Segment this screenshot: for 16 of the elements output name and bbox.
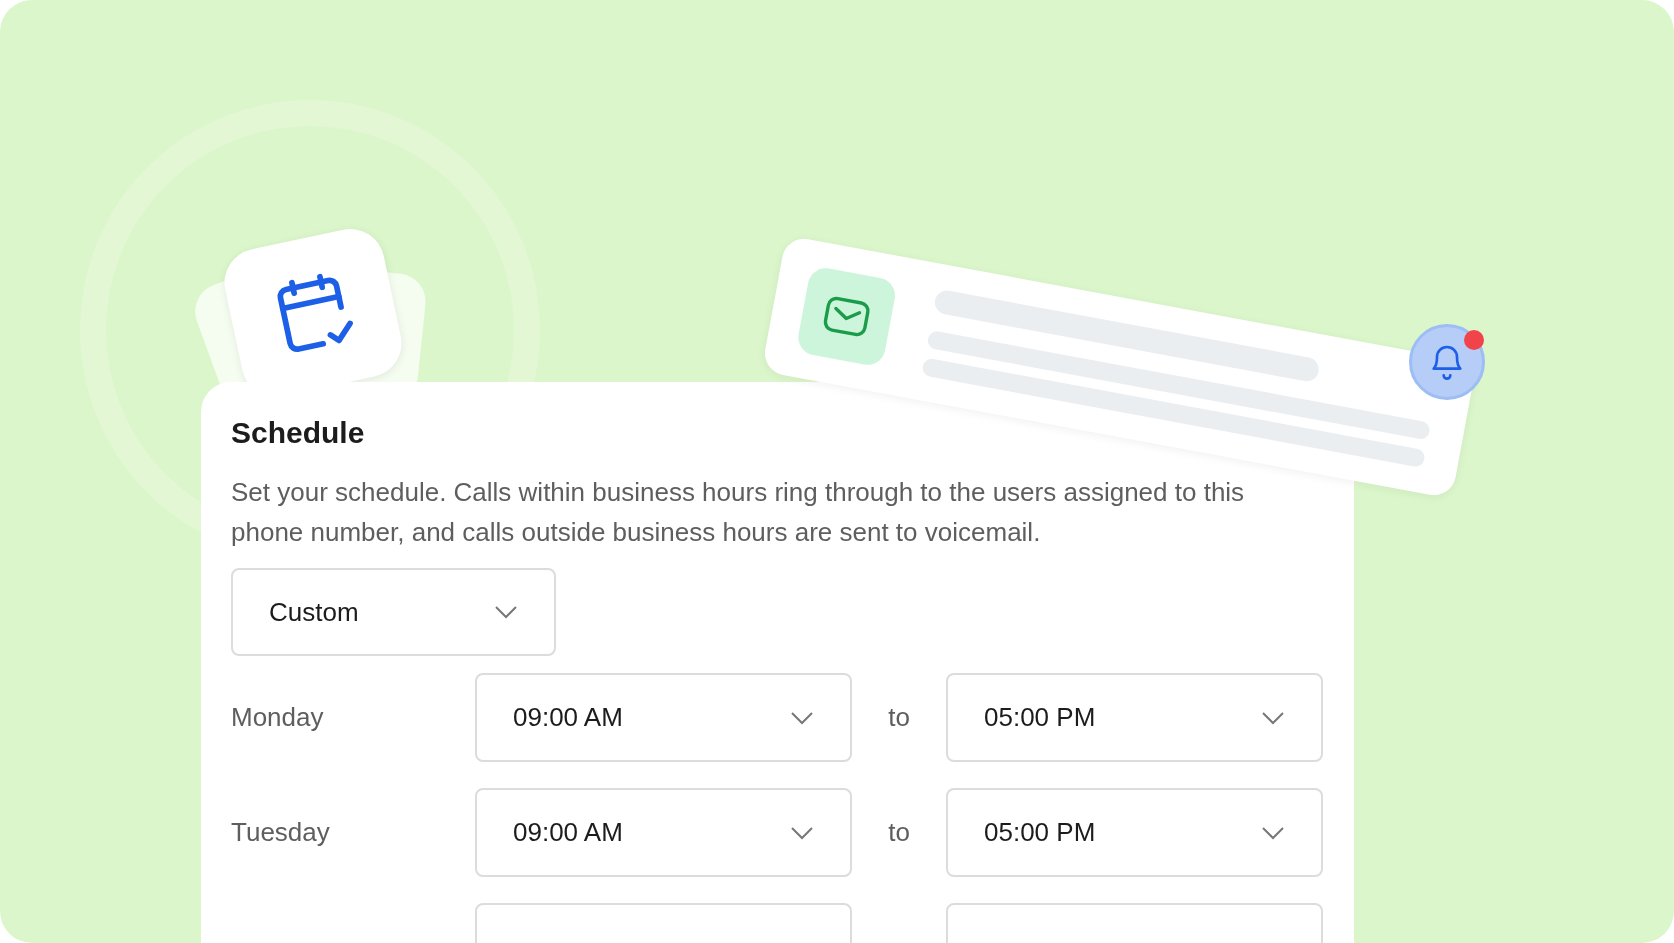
chevron-down-icon [790, 710, 814, 725]
chevron-down-icon [790, 825, 814, 840]
time-select[interactable]: 09:00 AM [475, 673, 852, 762]
card-title: Schedule [231, 418, 366, 448]
chevron-down-icon [1261, 825, 1285, 840]
chevron-down-icon [494, 605, 518, 619]
time-select[interactable]: 05:00 PM [946, 673, 1323, 762]
time-select[interactable]: 05:00 PM [946, 788, 1323, 877]
card-description: Set your schedule. Calls within business hours ring through to the users assigned to this phone number, and calls outside business hours are sent to voicemail. [231, 476, 1246, 549]
day-label: Tuesday [231, 816, 331, 849]
separator-text: to [887, 816, 911, 849]
time-select[interactable]: 09:00 AM [475, 788, 852, 877]
separator-text: to [887, 701, 911, 734]
preset-select[interactable]: Custom [231, 568, 556, 656]
day-label: Monday [231, 701, 325, 734]
chevron-down-icon [1261, 710, 1285, 725]
